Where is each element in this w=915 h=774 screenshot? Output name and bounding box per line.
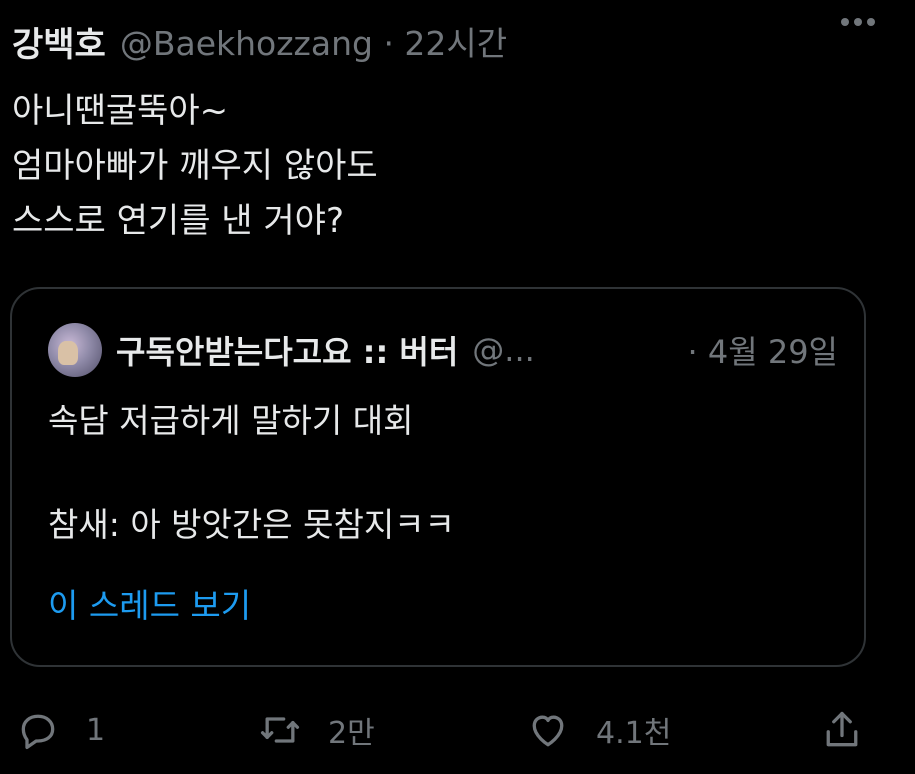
more-dot xyxy=(867,18,875,26)
share-button[interactable] xyxy=(820,700,864,760)
author-meta[interactable]: @Baekhozzang · 22시간 xyxy=(120,17,507,65)
show-thread-link[interactable]: 이 스레드 보기 xyxy=(48,579,251,627)
retweet-icon xyxy=(260,717,300,743)
more-dot xyxy=(854,18,862,26)
reply-icon xyxy=(21,714,55,750)
more-dot xyxy=(841,18,849,26)
reply-button[interactable]: 1 xyxy=(16,700,105,760)
author-name[interactable]: 강백호 xyxy=(12,17,106,66)
share-icon xyxy=(826,711,858,747)
like-icon xyxy=(532,715,564,747)
avatar xyxy=(48,323,102,377)
retweet-count: 2만 xyxy=(328,716,375,751)
tweet-text-line: 엄마아빠가 깨우지 않아도 xyxy=(12,146,378,186)
tweet-text: 아니땐굴뚝아~ 엄마아빠가 깨우지 않아도 스스로 연기를 낸 거야? xyxy=(12,84,378,249)
tweet-actions: 1 2만 4.1천 xyxy=(0,700,915,760)
quoted-tweet-date: · 4월 29일 xyxy=(687,333,838,371)
quoted-tweet-header: 구독안받는다고요 :: 버터 @... · 4월 29일 xyxy=(48,321,838,379)
tweet-text-line: 아니땐굴뚝아~ xyxy=(12,91,229,131)
quoted-author-name: 구독안받는다고요 :: 버터 xyxy=(116,333,459,371)
tweet-header: 강백호 @Baekhozzang · 22시간 xyxy=(12,16,903,66)
reply-count: 1 xyxy=(86,712,106,748)
quoted-tweet[interactable]: 구독안받는다고요 :: 버터 @... · 4월 29일 속담 저급하게 말하기… xyxy=(10,287,866,667)
quoted-author-handle: @... xyxy=(472,331,535,369)
retweet-button[interactable]: 2만 xyxy=(258,700,375,760)
like-count: 4.1천 xyxy=(596,716,672,751)
like-button[interactable]: 4.1천 xyxy=(526,700,671,760)
quoted-text-line xyxy=(48,447,455,499)
tweet-text-line: 스스로 연기를 낸 거야? xyxy=(12,201,344,241)
quoted-text-line: 속담 저급하게 말하기 대회 xyxy=(48,401,414,440)
quoted-text-line: 참새: 아 방앗간은 못참지ㅋㅋ xyxy=(48,505,455,544)
more-icon[interactable] xyxy=(841,18,875,26)
quoted-tweet-text: 속담 저급하게 말하기 대회 참새: 아 방앗간은 못참지ㅋㅋ xyxy=(48,395,455,551)
